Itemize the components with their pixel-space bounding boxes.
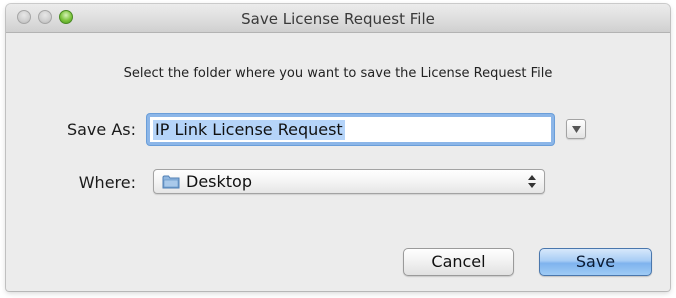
save-as-input[interactable]: IP Link License Request xyxy=(147,114,554,145)
save-as-label: Save As: xyxy=(66,120,136,139)
title-bar: Save License Request File xyxy=(6,4,670,33)
where-label: Where: xyxy=(78,173,136,192)
where-value: Desktop xyxy=(186,172,252,191)
cancel-button[interactable]: Cancel xyxy=(403,248,514,276)
expand-browser-button[interactable] xyxy=(566,119,586,139)
folder-icon xyxy=(162,175,180,189)
up-down-arrows-icon xyxy=(528,175,536,188)
where-popup-button[interactable]: Desktop xyxy=(153,169,545,194)
save-license-request-dialog: Save License Request File Select the fol… xyxy=(6,4,670,291)
chevron-down-icon xyxy=(572,126,581,133)
save-button[interactable]: Save xyxy=(539,248,652,276)
window-title: Save License Request File xyxy=(241,10,435,28)
save-as-selected-text: IP Link License Request xyxy=(153,120,345,140)
instruction-text: Select the folder where you want to save… xyxy=(123,66,553,81)
